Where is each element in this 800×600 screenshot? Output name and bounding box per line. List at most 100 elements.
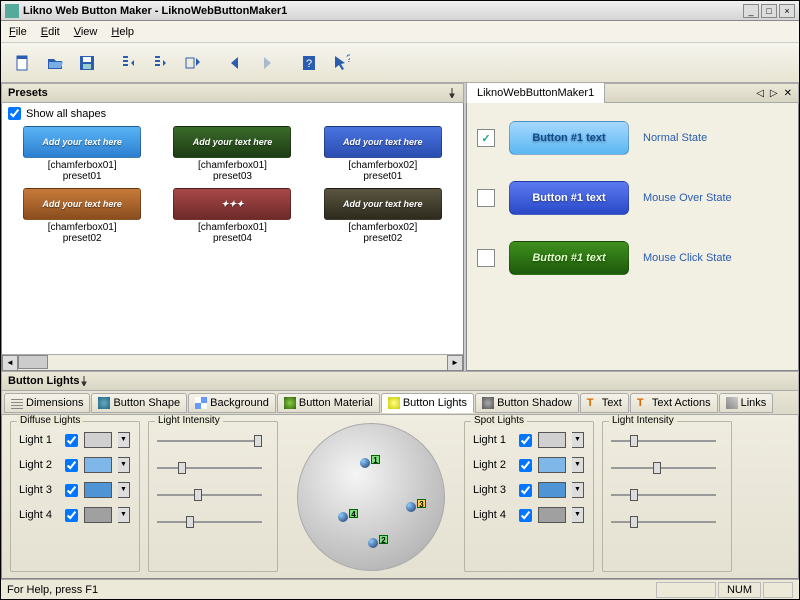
preview-tab[interactable]: LiknoWebButtonMaker1 — [467, 83, 605, 103]
light-checkbox[interactable] — [519, 459, 532, 472]
intensity-slider[interactable] — [611, 515, 716, 529]
state-checkbox[interactable] — [477, 189, 495, 207]
light-checkbox[interactable] — [519, 434, 532, 447]
color-dropdown[interactable]: ▼ — [572, 432, 584, 448]
menu-view[interactable]: View — [74, 26, 98, 38]
intensity-slider[interactable] — [611, 434, 716, 448]
light-label: Light 2 — [19, 459, 59, 471]
tab-dimensions[interactable]: Dimensions — [4, 393, 90, 413]
intensity-slider[interactable] — [157, 488, 262, 502]
light-marker[interactable]: 1 — [360, 458, 378, 472]
state-checkbox[interactable] — [477, 249, 495, 267]
light-checkbox[interactable] — [65, 509, 78, 522]
help-doc-button[interactable]: ? — [295, 49, 323, 77]
light-label: Light 1 — [473, 434, 513, 446]
light-checkbox[interactable] — [65, 484, 78, 497]
status-help-text: For Help, press F1 — [7, 584, 98, 596]
color-dropdown[interactable]: ▼ — [118, 507, 130, 523]
show-all-shapes-checkbox[interactable] — [8, 107, 21, 120]
toolbar-btn-5[interactable] — [147, 49, 175, 77]
light-checkbox[interactable] — [519, 509, 532, 522]
new-button[interactable] — [9, 49, 37, 77]
tab-button-lights[interactable]: Button Lights — [381, 393, 474, 413]
window-title: Likno Web Button Maker - LiknoWebButtonM… — [23, 5, 743, 17]
state-label[interactable]: Normal State — [643, 132, 707, 144]
prev-tab-icon[interactable]: ◁ — [756, 88, 764, 99]
preset-item[interactable]: ✦✦✦ [chamferbox01]preset04 — [160, 188, 304, 244]
menu-file[interactable]: File — [9, 26, 27, 38]
light-checkbox[interactable] — [519, 484, 532, 497]
color-dropdown[interactable]: ▼ — [118, 432, 130, 448]
light-checkbox[interactable] — [65, 434, 78, 447]
light-checkbox[interactable] — [65, 459, 78, 472]
scroll-thumb[interactable] — [18, 355, 48, 369]
preset-item[interactable]: Add your text here [chamferbox01]preset0… — [160, 126, 304, 182]
preview-panel: LiknoWebButtonMaker1 ◁ ▷ ✕ ✓ Button #1 t… — [466, 83, 799, 371]
maximize-button[interactable]: □ — [761, 4, 777, 18]
state-label[interactable]: Mouse Over State — [643, 192, 732, 204]
light-label: Light 4 — [473, 509, 513, 521]
open-button[interactable] — [41, 49, 69, 77]
minimize-button[interactable]: _ — [743, 4, 759, 18]
light-color-swatch[interactable] — [538, 432, 566, 448]
svg-text:?: ? — [306, 58, 312, 70]
light-marker[interactable]: 3 — [406, 502, 424, 516]
tab-button-shape[interactable]: Button Shape — [91, 393, 187, 413]
save-button[interactable] — [73, 49, 101, 77]
state-checkbox[interactable]: ✓ — [477, 129, 495, 147]
intensity-slider[interactable] — [157, 434, 262, 448]
tab-background[interactable]: Background — [188, 393, 276, 413]
light-color-swatch[interactable] — [538, 482, 566, 498]
intensity-slider[interactable] — [611, 488, 716, 502]
menu-help[interactable]: Help — [111, 26, 134, 38]
light-sphere[interactable]: 1 2 3 4 — [297, 423, 445, 571]
preset-item[interactable]: Add your text here [chamferbox02]preset0… — [311, 126, 455, 182]
light-row: Light 2 ▼ — [473, 457, 585, 473]
color-dropdown[interactable]: ▼ — [572, 482, 584, 498]
preset-item[interactable]: Add your text here [chamferbox01]preset0… — [10, 126, 154, 182]
intensity-slider[interactable] — [157, 515, 262, 529]
scroll-right-button[interactable]: ► — [447, 355, 463, 371]
state-row: ✓ Button #1 text Normal State — [477, 121, 788, 155]
light-color-swatch[interactable] — [84, 457, 112, 473]
color-dropdown[interactable]: ▼ — [118, 457, 130, 473]
tab-button-material[interactable]: Button Material — [277, 393, 380, 413]
back-button[interactable] — [221, 49, 249, 77]
color-dropdown[interactable]: ▼ — [572, 457, 584, 473]
status-cell-3 — [763, 582, 793, 598]
color-dropdown[interactable]: ▼ — [572, 507, 584, 523]
pin-icon[interactable] — [447, 88, 457, 98]
pin-icon[interactable] — [79, 376, 89, 386]
light-color-swatch[interactable] — [538, 457, 566, 473]
light-color-swatch[interactable] — [84, 432, 112, 448]
toolbar-btn-4[interactable] — [115, 49, 143, 77]
tab-button-shadow[interactable]: Button Shadow — [475, 393, 579, 413]
preset-item[interactable]: Add your text here [chamferbox02]preset0… — [311, 188, 455, 244]
state-label[interactable]: Mouse Click State — [643, 252, 732, 264]
tab-text-actions[interactable]: TText Actions — [630, 393, 718, 413]
light-color-swatch[interactable] — [84, 507, 112, 523]
next-tab-icon[interactable]: ▷ — [770, 88, 778, 99]
toolbar: ? ? — [1, 43, 799, 83]
close-button[interactable]: × — [779, 4, 795, 18]
light-marker[interactable]: 4 — [338, 512, 356, 526]
presets-hscrollbar[interactable]: ◄ ► — [2, 354, 463, 370]
app-icon — [5, 4, 19, 18]
light-color-swatch[interactable] — [84, 482, 112, 498]
light-color-swatch[interactable] — [538, 507, 566, 523]
scroll-left-button[interactable]: ◄ — [2, 355, 18, 371]
tab-links[interactable]: Links — [719, 393, 774, 413]
color-dropdown[interactable]: ▼ — [118, 482, 130, 498]
forward-button[interactable] — [253, 49, 281, 77]
menu-edit[interactable]: Edit — [41, 26, 60, 38]
toolbar-btn-6[interactable] — [179, 49, 207, 77]
status-cell-1 — [656, 582, 716, 598]
light-marker[interactable]: 2 — [368, 538, 386, 552]
context-help-button[interactable]: ? — [327, 49, 355, 77]
intensity-slider[interactable] — [157, 461, 262, 475]
light-row: Light 1 ▼ — [19, 432, 131, 448]
close-tab-icon[interactable]: ✕ — [784, 88, 792, 99]
intensity-slider[interactable] — [611, 461, 716, 475]
preset-item[interactable]: Add your text here [chamferbox01]preset0… — [10, 188, 154, 244]
tab-text[interactable]: TText — [580, 393, 629, 413]
